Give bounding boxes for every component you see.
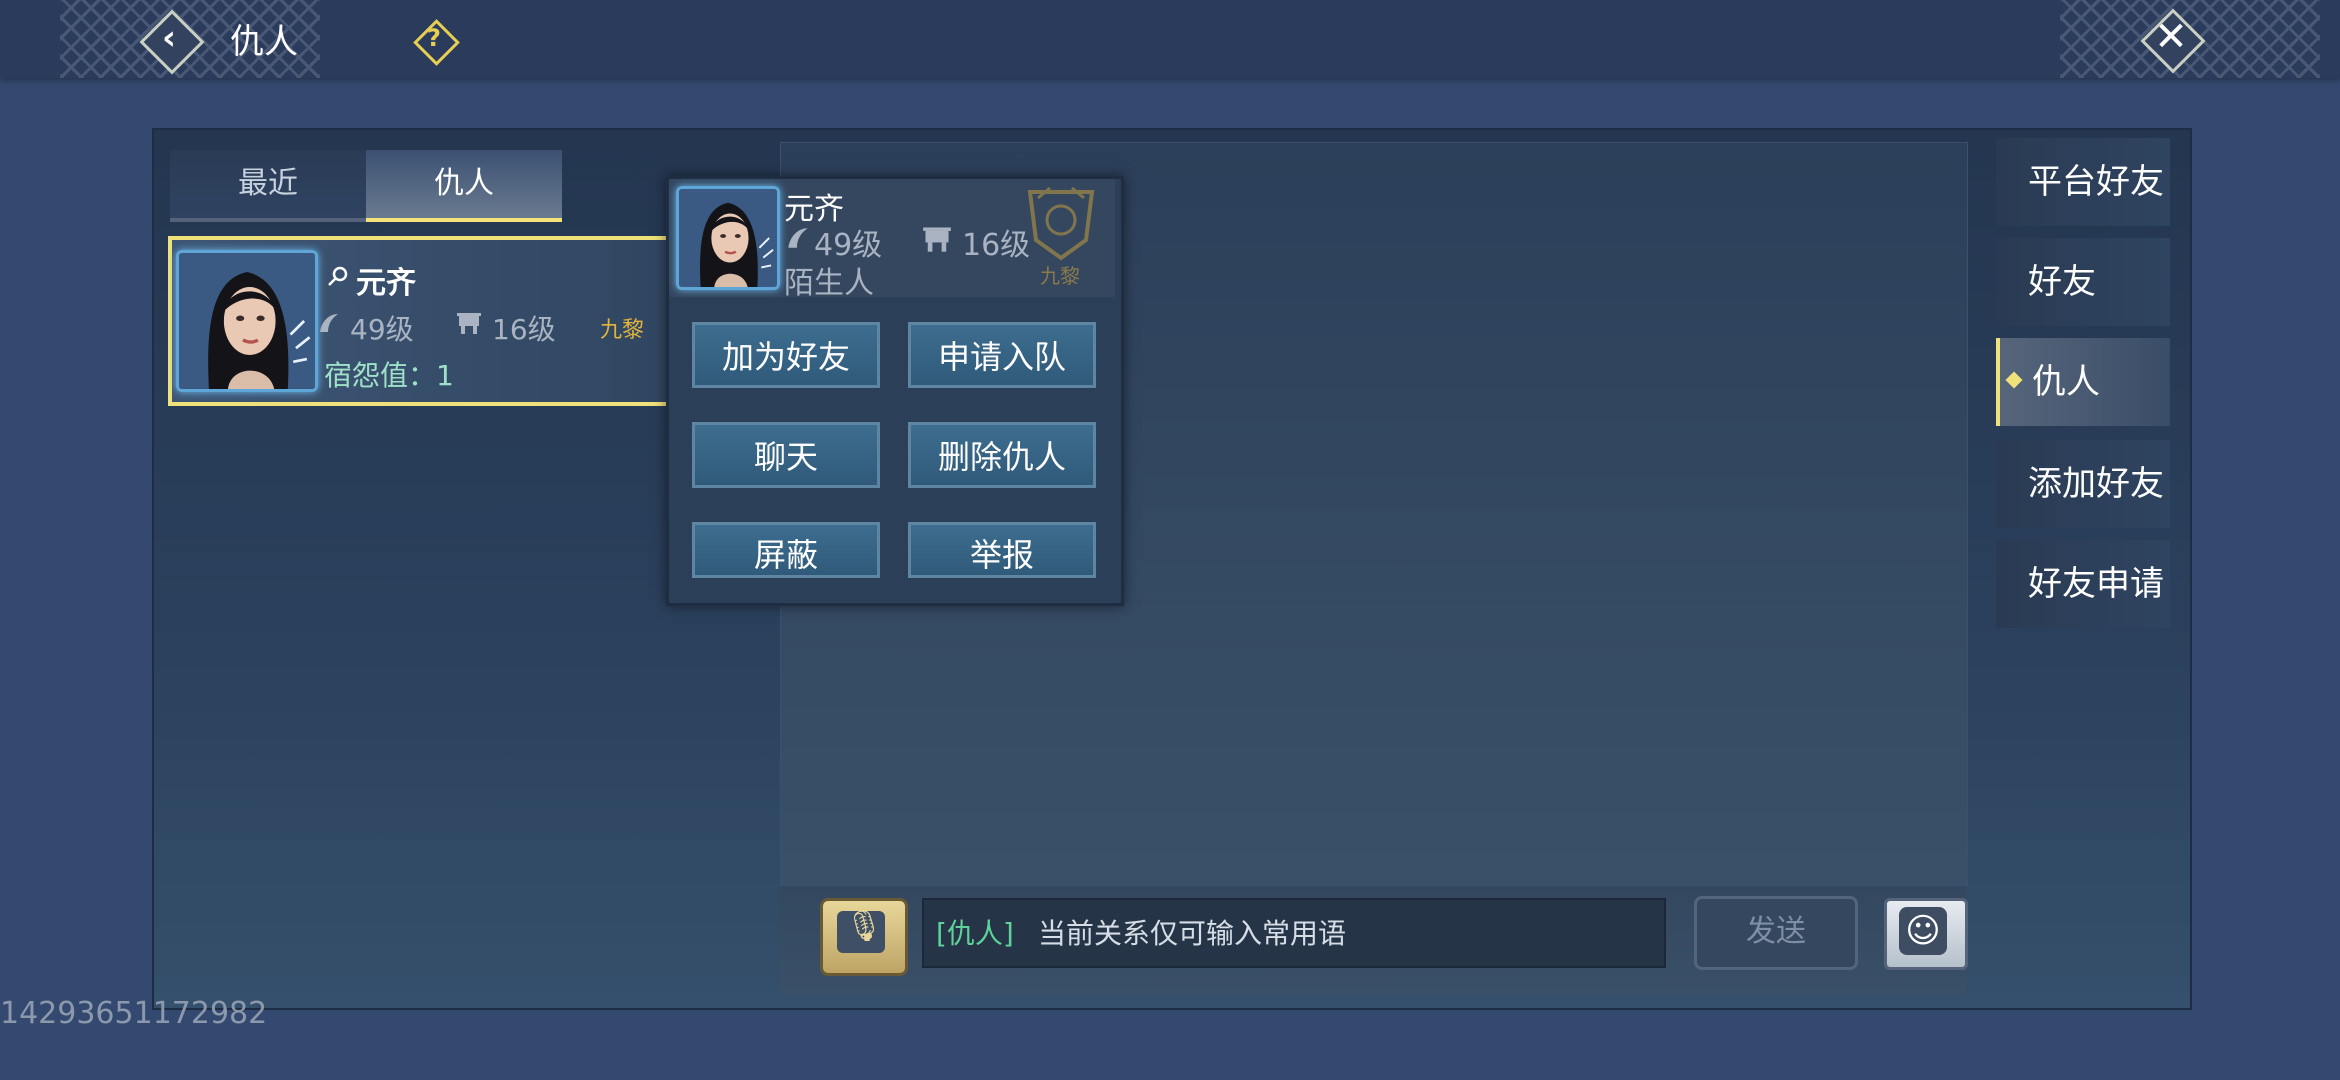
- report-button[interactable]: 举报: [908, 522, 1096, 578]
- popup-guild-icon: [923, 227, 951, 252]
- tab-enemy[interactable]: 仇人: [366, 150, 562, 222]
- emoji-button[interactable]: ☺: [1884, 898, 1968, 970]
- sidetab-enemies[interactable]: 仇人: [1996, 338, 2170, 426]
- popup-portrait-image: [679, 189, 777, 287]
- sidetab-enemies-label: 仇人: [2032, 362, 2100, 402]
- close-icon: ✕: [2154, 14, 2188, 60]
- chat-placeholder: 当前关系仅可输入常用语: [1038, 917, 1347, 950]
- voice-button[interactable]: 🎙: [820, 898, 908, 976]
- join-team-button[interactable]: 申请入队: [908, 322, 1096, 388]
- add-friend-button[interactable]: 加为好友: [692, 322, 880, 388]
- microphone-icon: 🎙: [844, 909, 884, 944]
- tab-recent[interactable]: 最近: [170, 150, 366, 222]
- send-button[interactable]: 发送: [1694, 896, 1858, 970]
- popup-avatar: [676, 186, 780, 290]
- page-title: 仇人: [230, 22, 298, 62]
- footer-id: 14293651172982: [0, 996, 268, 1031]
- sidetab-platform-friends[interactable]: 平台好友: [1996, 138, 2170, 226]
- enemy-name: 元齐: [356, 266, 416, 301]
- chat-button[interactable]: 聊天: [692, 422, 880, 488]
- back-button[interactable]: ‹: [139, 9, 205, 75]
- list-tabs: 最近 仇人: [170, 150, 562, 222]
- sidetab-friend-requests[interactable]: 好友申请: [1996, 540, 2170, 628]
- close-button[interactable]: ✕: [2140, 8, 2206, 74]
- popup-level-icon: [788, 228, 808, 248]
- delete-enemy-button[interactable]: 删除仇人: [908, 422, 1096, 488]
- chat-channel-tag: [仇人]: [936, 917, 1014, 950]
- active-tab-marker: [2005, 371, 2023, 389]
- popup-relation: 陌生人: [784, 266, 874, 301]
- portrait-image: [179, 253, 315, 389]
- back-arrow-icon: ‹: [161, 18, 176, 58]
- top-bar: ‹ 仇人 ? ✕: [0, 0, 2340, 78]
- help-icon: ?: [427, 24, 441, 52]
- guild-icon: [457, 313, 481, 334]
- enemy-level: 49级: [350, 313, 414, 346]
- emblem-label: 九黎: [1040, 264, 1080, 288]
- hate-value: 宿怨值：1: [324, 359, 454, 392]
- enemy-server: 九黎: [600, 318, 645, 343]
- help-button[interactable]: ?: [413, 19, 460, 66]
- search-icon[interactable]: [326, 264, 350, 288]
- emoji-icon: ☺: [1899, 907, 1947, 955]
- sidetab-friends[interactable]: 好友: [1996, 238, 2170, 326]
- level-icon: [320, 314, 338, 332]
- enemy-guild-level: 16级: [492, 313, 556, 346]
- block-button[interactable]: 屏蔽: [692, 522, 880, 578]
- avatar: [176, 250, 318, 392]
- sidetab-add-friend[interactable]: 添加好友: [1996, 440, 2170, 528]
